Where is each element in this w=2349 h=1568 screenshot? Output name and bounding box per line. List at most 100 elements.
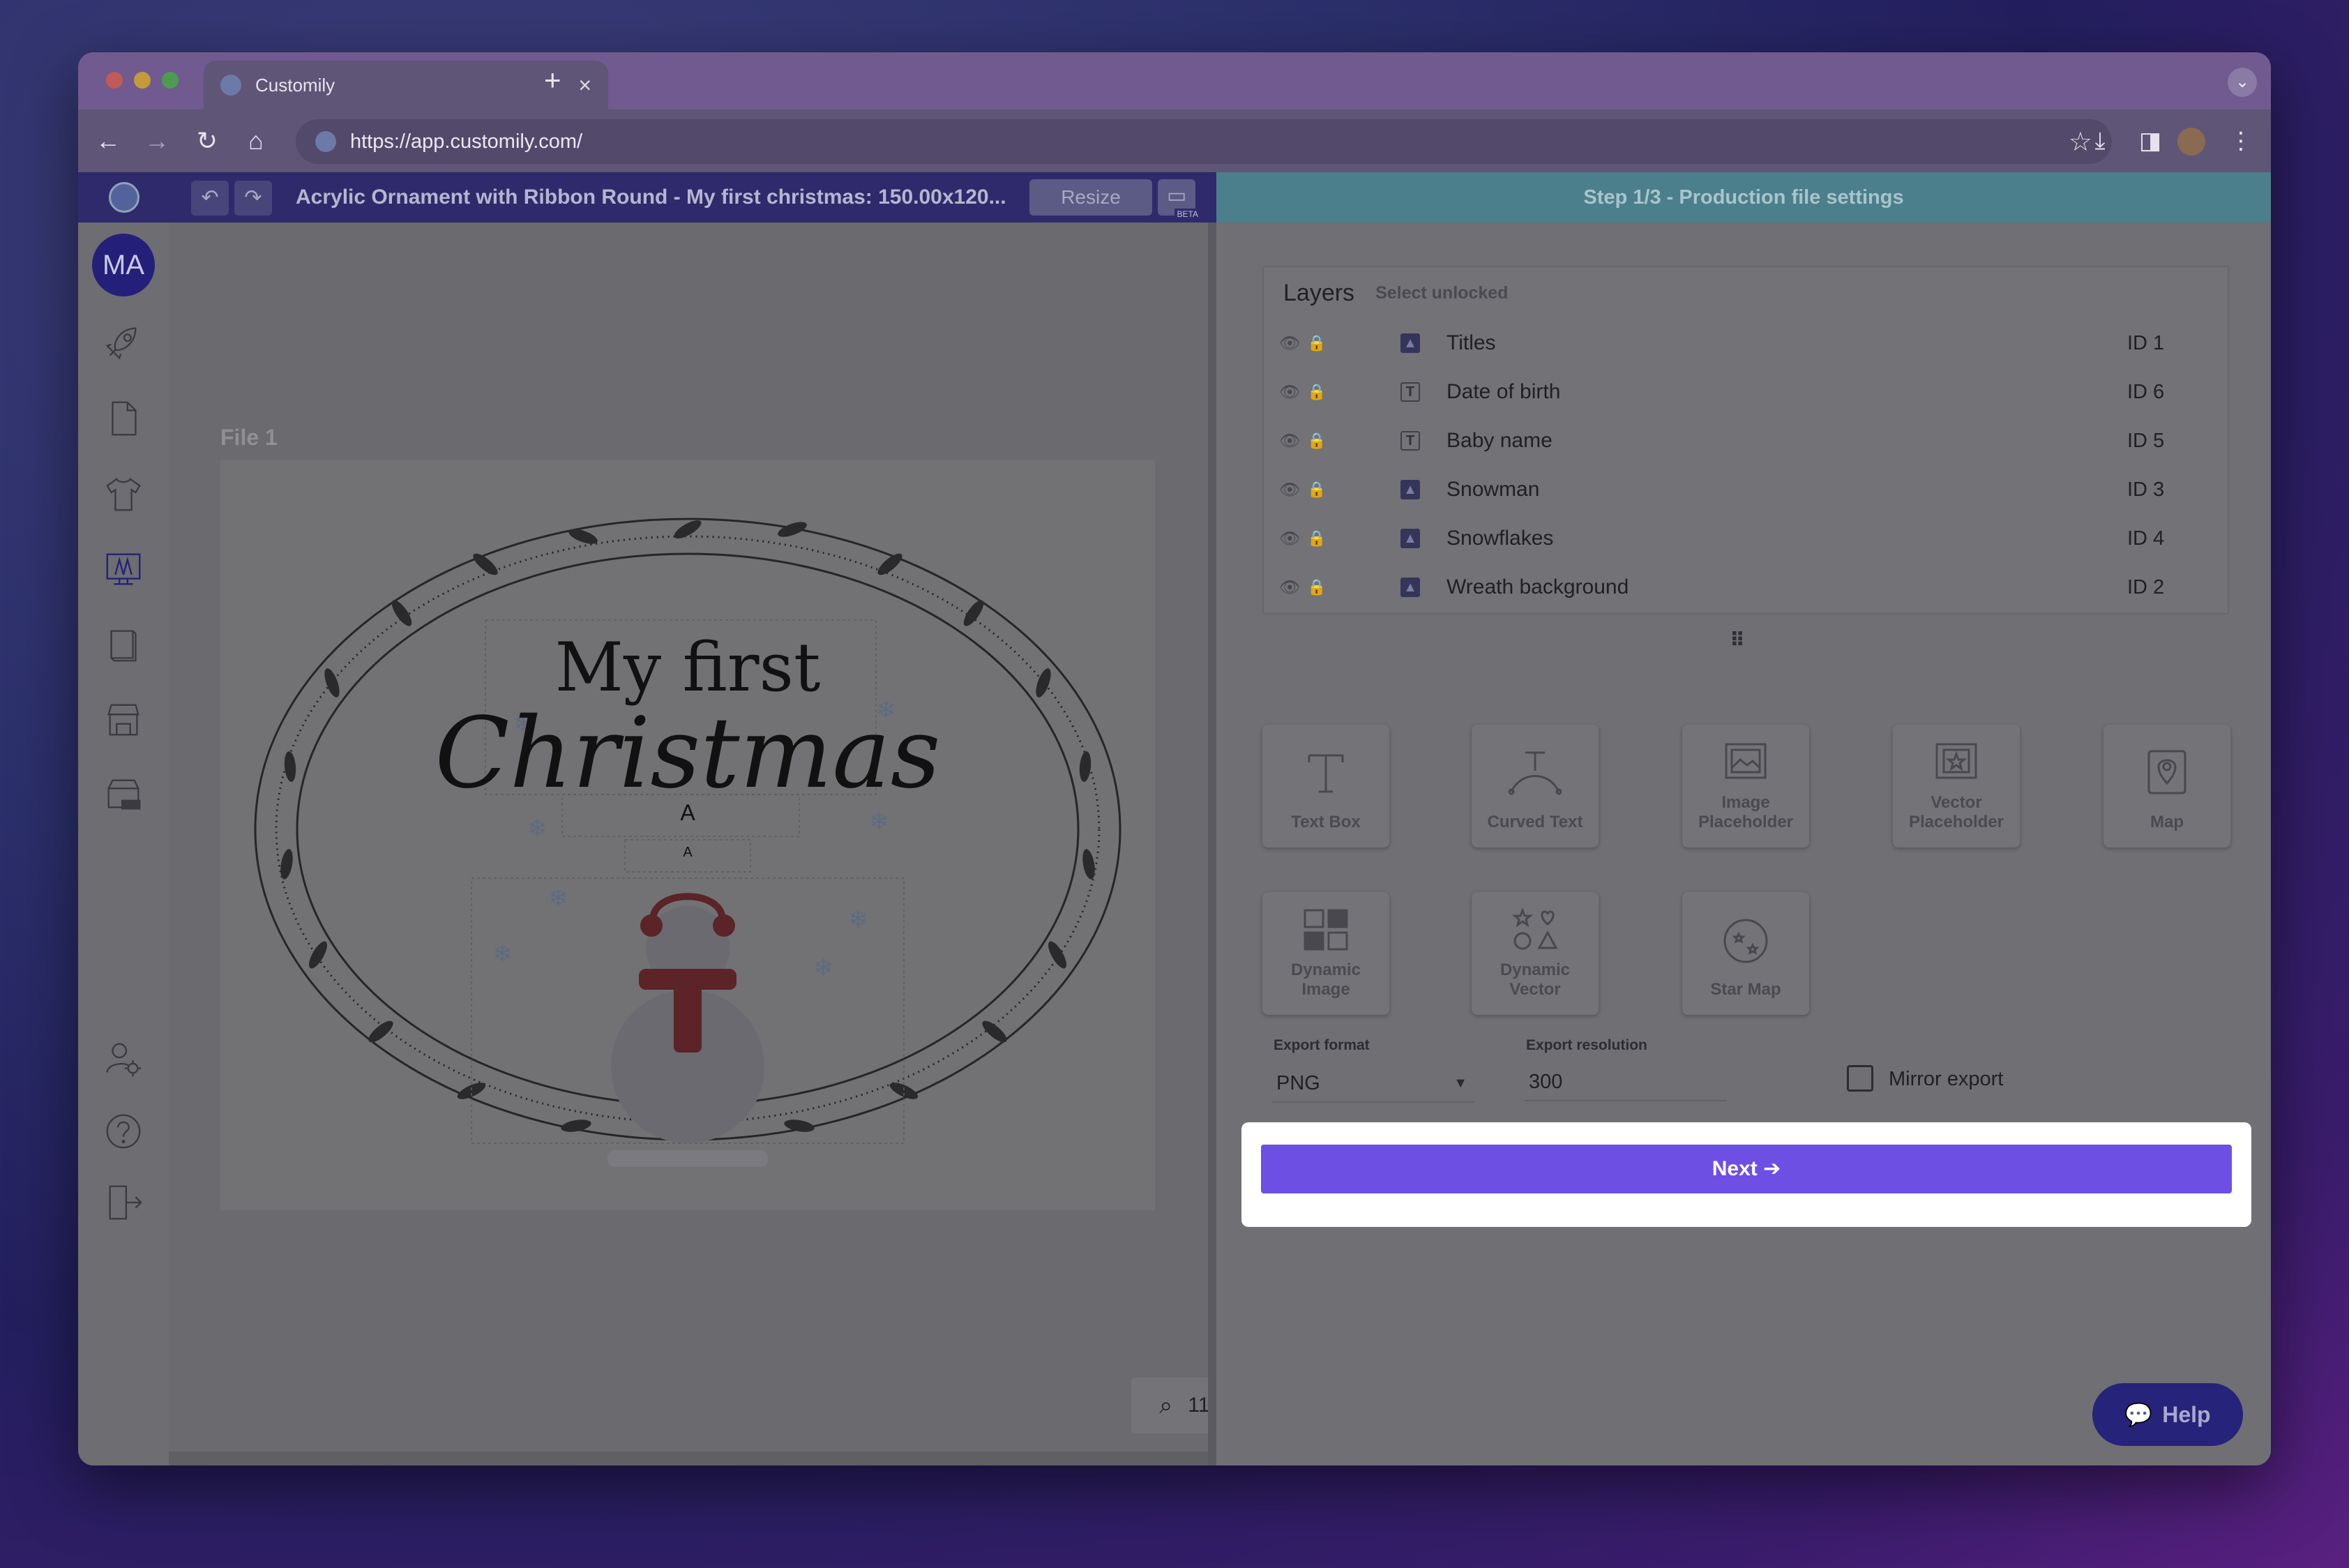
layer-name: Titles xyxy=(1447,331,1496,354)
sidepanel-icon[interactable]: ◨ xyxy=(2134,125,2166,157)
select-unlocked-link[interactable]: Select unlocked xyxy=(1375,283,1508,303)
visibility-icon[interactable]: 👁 xyxy=(1279,431,1300,451)
lock-icon[interactable]: 🔒 xyxy=(1307,334,1326,352)
svg-text:❄: ❄ xyxy=(492,940,513,968)
next-button[interactable]: Next ➔ xyxy=(1261,1145,2232,1193)
layer-name: Wreath background xyxy=(1447,575,1629,598)
visibility-icon[interactable]: 👁 xyxy=(1279,529,1300,549)
minimize-window-button[interactable] xyxy=(134,72,151,89)
export-resolution-input[interactable]: 300 xyxy=(1525,1062,1727,1101)
layer-row[interactable]: 👁 🔒 T Baby name ID 5 xyxy=(1264,416,2228,465)
image-layer-icon: ▲ xyxy=(1400,578,1420,597)
dropdown-caret-icon: ▼ xyxy=(1453,1076,1467,1091)
lock-icon[interactable]: 🔒 xyxy=(1307,383,1326,401)
layer-row[interactable]: 👁 🔒 ▲ Snowman ID 3 xyxy=(1264,465,2228,514)
address-bar[interactable]: https://app.customily.com/ ☆ xyxy=(296,119,2112,164)
customily-logo[interactable] xyxy=(109,182,139,213)
lock-icon[interactable]: 🔒 xyxy=(1307,481,1326,499)
user-settings-icon[interactable] xyxy=(102,1037,145,1080)
kebab-menu-icon[interactable]: ⋮ xyxy=(2225,125,2257,157)
layer-row[interactable]: 👁 🔒 ▲ Titles ID 1 xyxy=(1264,319,2228,368)
canvas-area[interactable]: File 1 ❄ ❄ ❄ ❄ ❄ ❄ ❄ ❄ My first Christma… xyxy=(169,223,1268,1452)
rocket-icon[interactable] xyxy=(102,320,145,363)
star-map-tool[interactable]: Star Map xyxy=(1682,892,1809,1015)
back-icon[interactable]: ← xyxy=(92,125,124,157)
star-map-label: Star Map xyxy=(1710,980,1781,999)
image-layer-icon: ▲ xyxy=(1400,480,1420,499)
visibility-icon[interactable]: 👁 xyxy=(1279,480,1300,500)
star-map-icon xyxy=(1723,919,1768,963)
logout-icon[interactable] xyxy=(102,1181,145,1224)
export-format-select[interactable]: PNG ▼ xyxy=(1272,1064,1474,1103)
visibility-icon[interactable]: 👁 xyxy=(1279,382,1300,402)
image-placeholder-tool[interactable]: Image Placeholder xyxy=(1682,725,1809,847)
store-icon[interactable] xyxy=(102,698,145,741)
date-placeholder: A xyxy=(683,845,693,860)
map-tool[interactable]: Map xyxy=(2103,725,2230,847)
layer-id: ID 6 xyxy=(2127,380,2165,403)
undo-button[interactable]: ↶ xyxy=(191,181,229,216)
layer-name: Date of birth xyxy=(1447,380,1561,403)
layer-row[interactable]: 👁 🔒 T Date of birth ID 6 xyxy=(1264,368,2228,416)
help-button[interactable]: 💬 Help xyxy=(2092,1383,2243,1446)
store-beta-icon[interactable] xyxy=(102,774,145,817)
export-format-value: PNG xyxy=(1276,1072,1320,1094)
help-circle-icon[interactable] xyxy=(102,1110,145,1153)
dynamic-vector-label-1: Dynamic xyxy=(1500,960,1571,979)
lock-icon[interactable]: 🔒 xyxy=(1307,529,1326,548)
tshirt-icon[interactable] xyxy=(102,472,145,515)
home-icon[interactable]: ⌂ xyxy=(240,125,272,157)
site-info-icon[interactable] xyxy=(315,131,336,152)
close-window-button[interactable] xyxy=(106,72,123,89)
file-label: File 1 xyxy=(220,425,278,450)
image-placeholder-label-1: Image xyxy=(1721,793,1770,812)
profile-avatar[interactable] xyxy=(2177,128,2205,156)
svg-text:❄: ❄ xyxy=(813,954,833,982)
resize-button[interactable]: Resize xyxy=(1029,179,1152,216)
user-avatar[interactable]: MA xyxy=(92,234,155,296)
vertical-scrollbar[interactable] xyxy=(1208,223,1216,1465)
reload-icon[interactable]: ↻ xyxy=(191,125,223,157)
redo-button[interactable]: ↷ xyxy=(234,181,272,216)
drag-handle-icon[interactable]: ⠿ xyxy=(1730,628,1745,651)
dynamic-vector-tool[interactable]: Dynamic Vector xyxy=(1472,892,1599,1015)
text-layer-icon: T xyxy=(1400,382,1420,402)
new-tab-button[interactable]: + xyxy=(544,63,561,97)
design-artboard[interactable]: ❄ ❄ ❄ ❄ ❄ ❄ ❄ ❄ My first Christmas A A xyxy=(220,460,1155,1210)
lock-icon[interactable]: 🔒 xyxy=(1307,578,1326,596)
layer-name: Snowflakes xyxy=(1447,527,1554,550)
maximize-window-button[interactable] xyxy=(162,72,179,89)
curved-text-label: Curved Text xyxy=(1487,813,1583,831)
svg-text:❄: ❄ xyxy=(548,884,568,912)
device-icon: ▭ xyxy=(1166,184,1187,207)
catalog-icon[interactable] xyxy=(102,623,145,666)
text-box-tool[interactable]: Text Box xyxy=(1262,725,1389,847)
curved-text-tool[interactable]: Curved Text xyxy=(1472,725,1599,847)
download-icon[interactable]: ⤓ xyxy=(2084,125,2116,157)
lock-icon[interactable]: 🔒 xyxy=(1307,432,1326,450)
dynamic-vector-icon xyxy=(1511,907,1558,950)
image-placeholder-icon xyxy=(1725,743,1767,779)
mirror-export-label[interactable]: Mirror export xyxy=(1889,1068,2003,1091)
dynamic-vector-label-2: Vector xyxy=(1509,980,1561,999)
document-icon[interactable] xyxy=(102,397,145,440)
mirror-export-checkbox[interactable] xyxy=(1847,1065,1873,1092)
tab-strip: Customily × + ⌄ xyxy=(78,52,2271,110)
forward-icon[interactable]: → xyxy=(141,125,173,157)
beta-badge: BETA xyxy=(1174,209,1201,220)
app-header: ↶ ↷ Acrylic Ornament with Ribbon Round -… xyxy=(78,172,2271,223)
tab-search-icon[interactable]: ⌄ xyxy=(2228,68,2257,97)
beta-preview-button[interactable]: ▭ BETA xyxy=(1158,179,1201,220)
visibility-icon[interactable]: 👁 xyxy=(1279,578,1300,598)
visibility-icon[interactable]: 👁 xyxy=(1279,333,1300,354)
design-editor-icon[interactable] xyxy=(102,548,145,591)
horizontal-scrollbar[interactable] xyxy=(169,1452,1208,1465)
dynamic-image-tool[interactable]: Dynamic Image xyxy=(1262,892,1389,1015)
browser-window: Customily × + ⌄ ← → ↻ ⌂ https://app.cust… xyxy=(78,52,2271,1465)
layer-row[interactable]: 👁 🔒 ▲ Snowflakes ID 4 xyxy=(1264,514,2228,563)
layer-row[interactable]: 👁 🔒 ▲ Wreath background ID 2 xyxy=(1264,563,2228,612)
tab-close-icon[interactable]: × xyxy=(578,73,591,98)
vector-placeholder-tool[interactable]: Vector Placeholder xyxy=(1893,725,2020,847)
vector-placeholder-label-1: Vector xyxy=(1931,793,1982,812)
layer-id: ID 5 xyxy=(2127,429,2165,452)
